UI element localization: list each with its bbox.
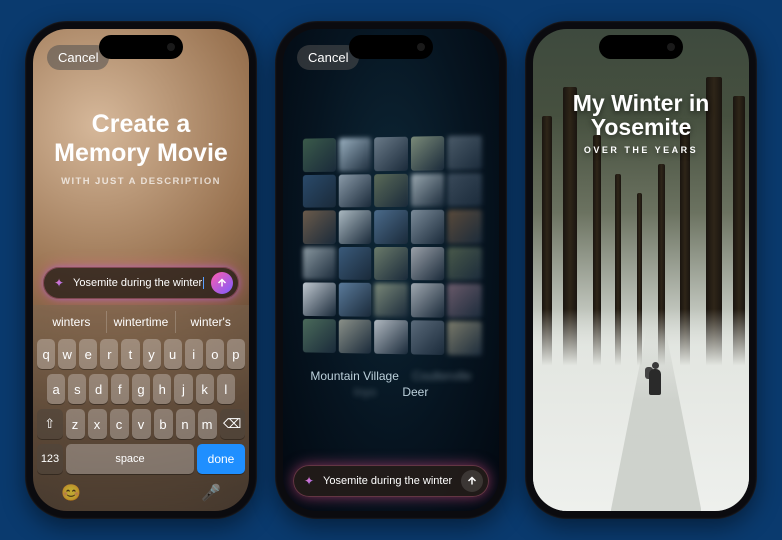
phone-mockup-3: My Winter in Yosemite OVER THE YEARS [525,21,757,519]
prompt-input-pill[interactable]: Yosemite during the winter [293,465,489,497]
page-subtitle: WITH JUST A DESCRIPTION [61,176,221,187]
thumbnail [338,247,371,281]
thumbnail [303,174,336,207]
thumbnail [338,137,371,171]
backspace-key[interactable]: ⌫ [220,409,246,439]
key-c[interactable]: c [110,409,129,439]
arrow-up-icon [466,475,478,487]
thumbnail [303,138,336,172]
thumbnail [374,173,407,207]
dynamic-island [99,35,183,59]
key-b[interactable]: b [154,409,173,439]
thumbnail [374,283,407,317]
key-d[interactable]: d [89,374,107,404]
arrow-up-icon [216,277,228,289]
thumbnail [374,320,407,354]
key-k[interactable]: k [196,374,214,404]
thumbnail [411,283,445,317]
prompt-input[interactable]: Yosemite during the winter [317,475,461,487]
memory-title: My Winter in Yosemite [533,91,749,139]
key-q[interactable]: q [37,339,55,369]
generated-labels: Mountain Village Coulterville Inyo Deer [310,368,471,402]
thumbnail [448,284,482,318]
sparkle-icon [301,473,317,489]
label: Deer [402,384,428,401]
key-z[interactable]: z [66,409,85,439]
key-j[interactable]: j [174,374,192,404]
thumbnail [338,210,371,244]
key-u[interactable]: u [164,339,182,369]
key-v[interactable]: v [132,409,151,439]
submit-button[interactable] [461,470,483,492]
key-y[interactable]: y [143,339,161,369]
done-key[interactable]: done [197,444,245,474]
thumbnail [411,320,445,354]
prompt-input[interactable]: Yosemite during the winter [67,277,211,289]
thumbnail [303,210,336,243]
emoji-key[interactable]: 😊 [61,483,81,503]
key-w[interactable]: w [58,339,76,369]
thumbnail [303,247,336,280]
thumbnail [303,283,336,316]
label: Mountain Village [310,369,399,383]
numbers-key[interactable]: 123 [37,444,63,474]
keyboard[interactable]: winters wintertime winter's qwertyuiop a… [33,305,249,511]
suggestion[interactable]: winter's [175,311,245,333]
key-e[interactable]: e [79,339,97,369]
submit-button[interactable] [211,272,233,294]
thumbnail [338,283,371,317]
thumbnail [338,174,371,208]
photo-grid [303,135,482,355]
keyboard-suggestions[interactable]: winters wintertime winter's [37,311,245,333]
key-m[interactable]: m [198,409,217,439]
thumbnail [374,137,407,171]
space-key[interactable]: space [66,444,194,474]
key-a[interactable]: a [47,374,65,404]
page-title: Create a Memory Movie [54,110,228,168]
thumbnail [374,247,407,281]
key-t[interactable]: t [121,339,139,369]
sparkle-icon [51,275,67,291]
thumbnail [303,319,336,353]
thumbnail [411,136,445,170]
key-h[interactable]: h [153,374,171,404]
prompt-input-pill[interactable]: Yosemite during the winter [43,267,239,299]
phone-mockup-2: Cancel Mountain Village Coulterville Iny… [275,21,507,519]
suggestion[interactable]: winters [37,311,106,333]
memory-subtitle: OVER THE YEARS [533,145,749,155]
key-l[interactable]: l [217,374,235,404]
thumbnail [338,319,371,353]
thumbnail [411,247,445,281]
label-blurred: Inyo [354,384,377,401]
key-f[interactable]: f [111,374,129,404]
thumbnail [448,135,482,170]
dynamic-island [349,35,433,59]
thumbnail [411,173,445,207]
screen-generating: Cancel Mountain Village Coulterville Iny… [283,29,499,511]
key-r[interactable]: r [100,339,118,369]
thumbnail [448,210,482,244]
thumbnail [448,321,482,356]
key-o[interactable]: o [206,339,224,369]
phone-mockup-1: Cancel Create a Memory Movie WITH JUST A… [25,21,257,519]
screen-result[interactable]: My Winter in Yosemite OVER THE YEARS [533,29,749,511]
key-g[interactable]: g [132,374,150,404]
thumbnail [374,210,407,244]
key-n[interactable]: n [176,409,195,439]
dictation-key[interactable]: 🎤 [201,483,221,503]
shift-key[interactable]: ⇧ [37,409,63,439]
key-i[interactable]: i [185,339,203,369]
label-blurred: Coulterville [412,369,471,383]
key-p[interactable]: p [227,339,245,369]
thumbnail [448,172,482,206]
hiker-figure [645,355,667,395]
key-s[interactable]: s [68,374,86,404]
suggestion[interactable]: wintertime [106,311,176,333]
thumbnail [448,247,482,281]
dynamic-island [599,35,683,59]
key-x[interactable]: x [88,409,107,439]
screen-create-memory: Cancel Create a Memory Movie WITH JUST A… [33,29,249,511]
thumbnail [411,210,445,244]
